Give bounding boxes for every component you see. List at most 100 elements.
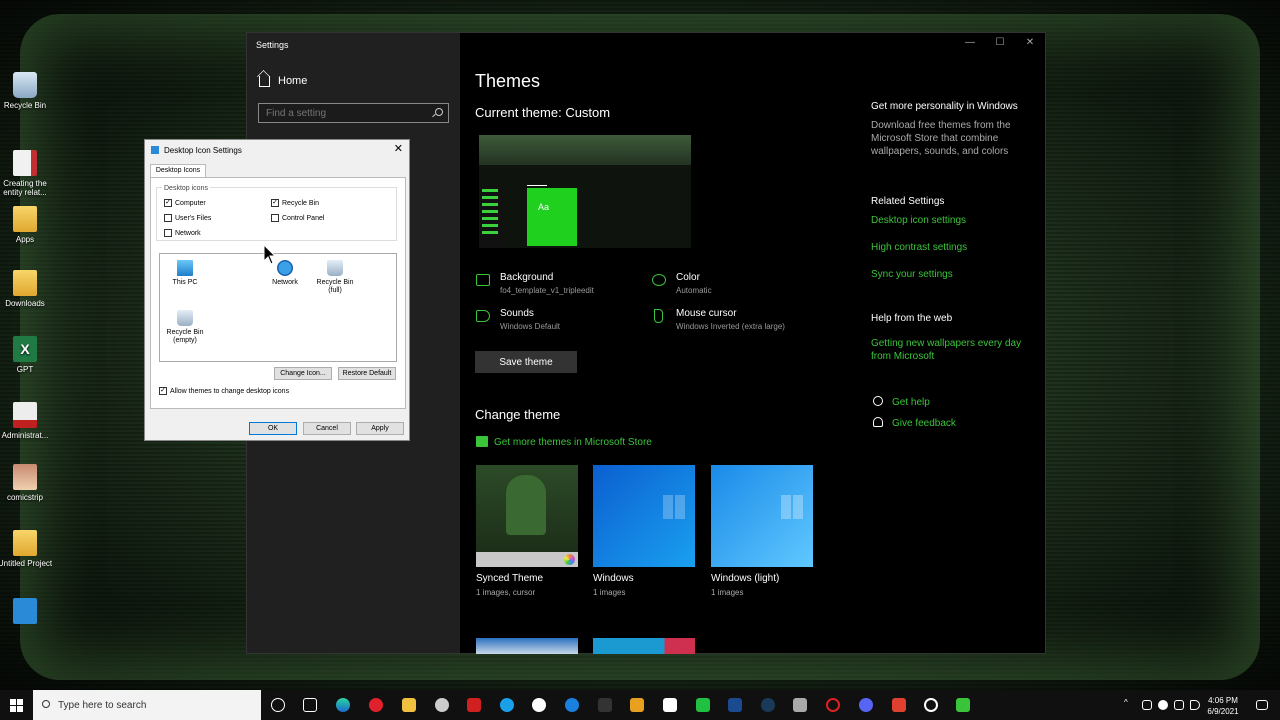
app-icon[interactable] <box>467 698 481 712</box>
checkbox-allow-themes[interactable]: ✓ Allow themes to change desktop icons <box>159 387 289 395</box>
dialog-close-button[interactable]: ✕ <box>394 142 403 155</box>
desktop-icon-administrat[interactable]: Administrat... <box>0 402 55 440</box>
network-tray-icon[interactable] <box>1174 700 1184 710</box>
app-icon[interactable] <box>598 698 612 712</box>
settings-search-input[interactable] <box>258 103 449 123</box>
checkbox-users-files[interactable]: User's Files <box>164 214 211 222</box>
recycle-bin-icon <box>13 72 37 98</box>
taskbar-date: 6/9/2021 <box>1207 707 1239 716</box>
theme-name: Synced Theme <box>476 573 544 584</box>
cortana-icon[interactable] <box>271 698 285 712</box>
desktop-icon-app[interactable] <box>0 598 55 627</box>
desktop-icon-downloads[interactable]: Downloads <box>0 270 55 308</box>
high-contrast-settings-link[interactable]: High contrast settings <box>871 241 1036 254</box>
slack-icon[interactable] <box>532 698 546 712</box>
checkbox-control-panel[interactable]: Control Panel <box>271 214 324 222</box>
store-link[interactable]: Get more themes in Microsoft Store <box>494 437 652 448</box>
desktop-icon-untitled-project[interactable]: Untitled Project <box>0 530 55 568</box>
group-label: Desktop icons <box>162 185 210 192</box>
mouse-pointer-icon <box>263 244 277 265</box>
cancel-button[interactable]: Cancel <box>303 422 351 435</box>
preview-start-menu <box>479 185 501 248</box>
save-theme-button[interactable]: Save theme <box>475 351 577 373</box>
icon-item-this-pc[interactable]: This PC <box>160 260 210 287</box>
current-theme-heading: Current theme: Custom <box>475 105 611 120</box>
desktop-icon-gpt[interactable]: X GPT <box>0 336 55 374</box>
skype-icon[interactable] <box>500 698 514 712</box>
desktop-icon-settings-link[interactable]: Desktop icon settings <box>871 214 1036 227</box>
theme-sub: 1 images, cursor <box>476 588 536 597</box>
background-setting[interactable]: Background fo4_template_v1_tripleedit <box>500 272 594 295</box>
theme-thumb-windows[interactable] <box>593 465 695 567</box>
camtasia-icon[interactable] <box>696 698 710 712</box>
home-label: Home <box>278 75 308 87</box>
speaker-icon <box>476 310 490 322</box>
give-feedback-link[interactable]: Give feedback <box>892 417 1057 430</box>
theme-thumb-peek[interactable] <box>593 638 695 654</box>
ok-button[interactable]: OK <box>249 422 297 435</box>
edge-icon[interactable] <box>336 698 350 712</box>
minimize-button[interactable]: — <box>955 37 985 48</box>
icon-item-recycle-bin-full[interactable]: Recycle Bin (full) <box>310 260 360 295</box>
checkbox-computer[interactable]: ✓ Computer <box>164 199 206 207</box>
color-wheel-icon <box>564 554 575 565</box>
search-icon <box>42 700 50 708</box>
notification-icon[interactable] <box>1256 700 1268 710</box>
theme-thumb-peek[interactable] <box>476 638 578 654</box>
close-button[interactable]: ✕ <box>1015 37 1045 48</box>
theme-name: Windows <box>593 573 634 584</box>
windows-start-icon[interactable] <box>10 699 23 712</box>
app-icon[interactable] <box>435 698 449 712</box>
tab-desktop-icons[interactable]: Desktop Icons <box>150 164 206 178</box>
plex-icon[interactable] <box>630 698 644 712</box>
volume-icon[interactable] <box>1190 700 1200 710</box>
theme-sub: 1 images <box>593 588 626 597</box>
network-icon <box>277 260 293 276</box>
checkbox-box: ✓ <box>164 199 172 207</box>
icon-item-recycle-bin-empty[interactable]: Recycle Bin (empty) <box>160 310 210 345</box>
wallpapers-link[interactable]: Getting new wallpapers every day from Mi… <box>871 337 1036 363</box>
taskbar-search[interactable]: Type here to search <box>33 690 261 720</box>
active-app-icon[interactable] <box>956 698 970 712</box>
app-icon[interactable] <box>663 698 677 712</box>
opera-icon[interactable] <box>369 698 383 712</box>
change-icon-button[interactable]: Change Icon... <box>274 367 332 380</box>
steam-icon[interactable] <box>761 698 775 712</box>
dialog-title-icon <box>151 146 159 154</box>
checkbox-recycle-bin[interactable]: ✓ Recycle Bin <box>271 199 319 207</box>
task-view-icon[interactable] <box>303 698 317 712</box>
tray-icon[interactable] <box>1142 700 1152 710</box>
app-icon[interactable] <box>793 698 807 712</box>
file-explorer-icon[interactable] <box>402 698 416 712</box>
sync-settings-link[interactable]: Sync your settings <box>871 268 1036 281</box>
tray-overflow-icon[interactable]: ^ <box>1124 698 1128 707</box>
page-title: Themes <box>475 71 541 91</box>
taskbar-clock[interactable]: 4:06 PM 6/9/2021 <box>1203 696 1243 716</box>
search-icon <box>435 108 443 116</box>
mouse-cursor-setting[interactable]: Mouse cursor Windows Inverted (extra lar… <box>676 308 785 331</box>
app-icon[interactable] <box>892 698 906 712</box>
checkbox-box: ✓ <box>159 387 167 395</box>
color-setting[interactable]: Color Automatic <box>676 272 712 295</box>
sounds-setting[interactable]: Sounds Windows Default <box>500 308 560 331</box>
apply-button[interactable]: Apply <box>356 422 404 435</box>
maximize-button[interactable]: ☐ <box>985 37 1015 48</box>
teamviewer-icon[interactable] <box>565 698 579 712</box>
opera-gx-icon[interactable] <box>826 698 840 712</box>
desktop-icon-recycle-bin[interactable]: Recycle Bin <box>0 72 55 110</box>
get-help-link[interactable]: Get help <box>892 396 1057 409</box>
home-nav[interactable]: Home <box>259 75 307 87</box>
powershell-icon[interactable] <box>728 698 742 712</box>
folder-icon <box>13 206 37 232</box>
desktop-icon-document[interactable]: Creating the entity relat... <box>0 150 55 197</box>
theme-thumb-windows-light[interactable] <box>711 465 813 567</box>
settings-gear-icon[interactable] <box>924 698 938 712</box>
desktop-icon-apps[interactable]: Apps <box>0 206 55 244</box>
desktop-icon-comicstrip[interactable]: comicstrip <box>0 464 55 502</box>
checkbox-network[interactable]: Network <box>164 229 201 237</box>
personality-text: Download free themes from the Microsoft … <box>871 120 1011 157</box>
onedrive-icon[interactable] <box>1158 700 1168 710</box>
restore-default-button[interactable]: Restore Default <box>338 367 396 380</box>
discord-icon[interactable] <box>859 698 873 712</box>
theme-thumb-synced[interactable] <box>476 465 578 567</box>
